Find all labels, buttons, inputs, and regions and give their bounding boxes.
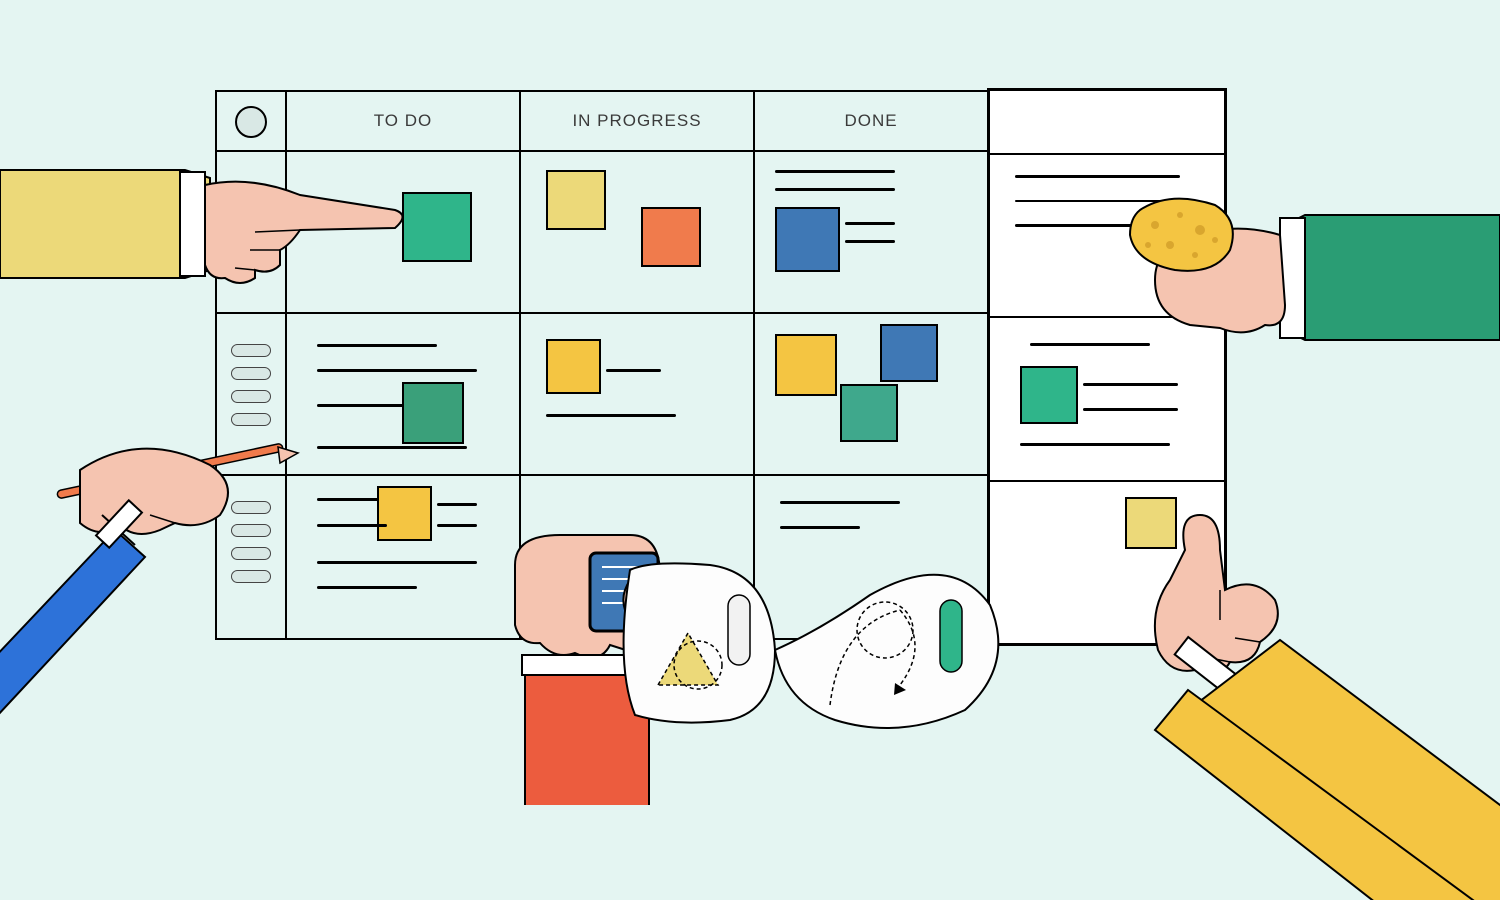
card-icon xyxy=(1020,366,1078,424)
done-row-2 xyxy=(755,314,989,476)
column-header-in-progress: IN PROGRESS xyxy=(521,92,755,152)
card-icon xyxy=(402,382,464,444)
hand-sponge-teal xyxy=(1080,180,1500,390)
done-row-1 xyxy=(755,152,989,314)
card-icon xyxy=(377,486,432,541)
hand-pointing-up-yellow xyxy=(1060,480,1500,900)
progress-row-2 xyxy=(521,314,755,476)
progress-row-1 xyxy=(521,152,755,314)
swimlane-pill-icon xyxy=(231,344,271,357)
card-icon xyxy=(880,324,938,382)
swimlane-pill-icon xyxy=(231,390,271,403)
paper-ribbon-icon xyxy=(620,555,1020,765)
card-icon xyxy=(546,339,601,394)
card-icon xyxy=(641,207,701,267)
card-icon xyxy=(840,384,898,442)
extra-column-header xyxy=(990,91,1224,155)
swimlane-pill-icon xyxy=(231,413,271,426)
card-icon xyxy=(546,170,606,230)
swimlane-pill-icon xyxy=(231,367,271,380)
stub-circle-icon xyxy=(235,106,267,138)
column-header-done: DONE xyxy=(755,92,989,152)
column-header-todo: TO DO xyxy=(287,92,521,152)
card-icon xyxy=(775,334,837,396)
hand-pointing-yellow xyxy=(0,150,420,330)
hand-pencil-blue xyxy=(0,435,330,715)
stub-header xyxy=(217,92,287,152)
card-icon xyxy=(775,207,840,272)
